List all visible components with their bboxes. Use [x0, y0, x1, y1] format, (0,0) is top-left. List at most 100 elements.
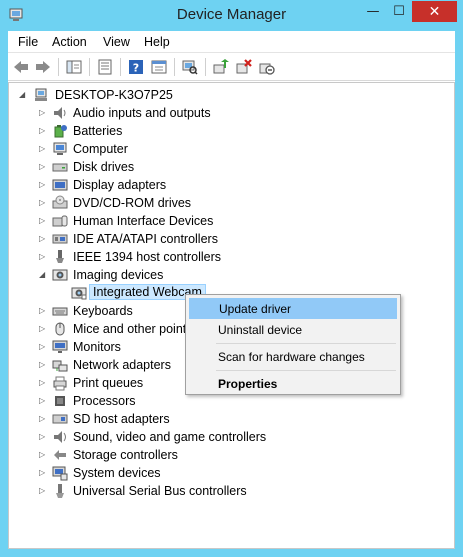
- tree-category-node[interactable]: ◢ Imaging devices: [9, 266, 449, 284]
- display-adapter-icon: [52, 177, 68, 193]
- back-icon[interactable]: [11, 57, 31, 77]
- context-item-update-driver[interactable]: Update driver: [189, 298, 397, 319]
- maximize-button[interactable]: ☐: [386, 1, 412, 22]
- ieee1394-icon: [52, 249, 68, 265]
- expand-arrow-icon[interactable]: ▷: [39, 378, 47, 388]
- tree-category-node[interactable]: ▷ SD host adapters: [9, 410, 449, 428]
- system-device-icon: [52, 465, 68, 481]
- camera-icon: [52, 267, 68, 283]
- expand-arrow-icon[interactable]: ▷: [39, 108, 47, 118]
- client-area: File Action View Help ? ◢ DESKTOP-K3O7P2…: [8, 31, 455, 549]
- tree-root-label: DESKTOP-K3O7P25: [55, 88, 173, 102]
- view-icon[interactable]: [149, 57, 169, 77]
- hid-icon: [52, 213, 68, 229]
- context-item-scan-hardware[interactable]: Scan for hardware changes: [189, 346, 397, 367]
- scan-hardware-icon[interactable]: [180, 57, 200, 77]
- processor-icon: [52, 393, 68, 409]
- expand-arrow-icon[interactable]: ▷: [39, 216, 47, 226]
- uninstall-device-icon[interactable]: [234, 57, 254, 77]
- tree-category-node[interactable]: ▷ IDE ATA/ATAPI controllers: [9, 230, 449, 248]
- expand-arrow-icon[interactable]: ▷: [39, 252, 47, 262]
- expand-arrow-icon[interactable]: ▷: [39, 162, 47, 172]
- expand-arrow-icon[interactable]: ▷: [39, 468, 47, 478]
- context-separator: [216, 343, 396, 344]
- tree-category-node[interactable]: ▷ Disk drives: [9, 158, 449, 176]
- sd-card-icon: [52, 411, 68, 427]
- forward-icon[interactable]: [33, 57, 53, 77]
- tree-category-label: Mice and other pointi: [73, 322, 190, 336]
- context-item-properties[interactable]: Properties: [189, 373, 397, 394]
- tree-category-node[interactable]: ▷ Display adapters: [9, 176, 449, 194]
- tree-category-label: Sound, video and game controllers: [73, 430, 267, 444]
- expand-arrow-icon[interactable]: ▷: [39, 360, 47, 370]
- speaker-icon: [52, 105, 68, 121]
- storage-controller-icon: [52, 447, 68, 463]
- tree-category-node[interactable]: ▷ Batteries: [9, 122, 449, 140]
- expand-arrow-icon[interactable]: ▷: [39, 126, 47, 136]
- tree-category-node[interactable]: ▷ Computer: [9, 140, 449, 158]
- title-bar[interactable]: Device Manager — ☐ ✕: [0, 0, 463, 31]
- webcam-icon: [71, 285, 87, 301]
- tree-root-node[interactable]: ◢ DESKTOP-K3O7P25: [9, 86, 449, 104]
- tree-category-label: Storage controllers: [73, 448, 178, 462]
- expand-arrow-icon[interactable]: ▷: [39, 342, 47, 352]
- tree-category-node[interactable]: ▷ Sound, video and game controllers: [9, 428, 449, 446]
- tree-category-node[interactable]: ▷ Audio inputs and outputs: [9, 104, 449, 122]
- tree-category-node[interactable]: ▷ Universal Serial Bus controllers: [9, 482, 449, 500]
- tree-category-label: Monitors: [73, 340, 121, 354]
- toolbar-separator: [58, 58, 59, 76]
- update-driver-icon[interactable]: [211, 57, 231, 77]
- mouse-icon: [52, 321, 68, 337]
- show-hide-console-tree-icon[interactable]: [64, 57, 84, 77]
- menu-file[interactable]: File: [18, 35, 38, 49]
- expand-arrow-icon[interactable]: ▷: [39, 450, 47, 460]
- context-menu: Update driver Uninstall device Scan for …: [185, 294, 401, 395]
- context-item-uninstall-device[interactable]: Uninstall device: [189, 319, 397, 340]
- tree-category-node[interactable]: ▷ System devices: [9, 464, 449, 482]
- tree-category-label: Audio inputs and outputs: [73, 106, 211, 120]
- sound-icon: [52, 429, 68, 445]
- toolbar-separator: [205, 58, 206, 76]
- disk-drive-icon: [52, 159, 68, 175]
- tree-category-label: IDE ATA/ATAPI controllers: [73, 232, 218, 246]
- tree-category-label: Processors: [73, 394, 136, 408]
- disable-device-icon[interactable]: [257, 57, 277, 77]
- tree-category-node[interactable]: ▷ DVD/CD-ROM drives: [9, 194, 449, 212]
- tree-category-label: Display adapters: [73, 178, 167, 192]
- properties-icon[interactable]: [95, 57, 115, 77]
- expand-arrow-icon[interactable]: ▷: [39, 144, 47, 154]
- menu-view[interactable]: View: [103, 35, 130, 49]
- expand-arrow-icon[interactable]: ▷: [39, 306, 47, 316]
- keyboard-icon: [52, 303, 68, 319]
- tree-category-node[interactable]: ▷ IEEE 1394 host controllers: [9, 248, 449, 266]
- expand-arrow-icon[interactable]: ▷: [39, 414, 47, 424]
- minimize-button[interactable]: —: [360, 1, 386, 22]
- tree-category-label: DVD/CD-ROM drives: [73, 196, 192, 210]
- expand-arrow-icon[interactable]: ▷: [39, 486, 47, 496]
- expand-arrow-icon[interactable]: ▷: [39, 234, 47, 244]
- collapse-arrow-icon[interactable]: ◢: [39, 270, 47, 280]
- tree-category-node[interactable]: ▷ Human Interface Devices: [9, 212, 449, 230]
- collapse-arrow-icon[interactable]: ◢: [19, 90, 27, 100]
- tree-category-label: Human Interface Devices: [73, 214, 214, 228]
- toolbar: ?: [8, 53, 455, 81]
- tree-category-label: System devices: [73, 466, 161, 480]
- close-button[interactable]: ✕: [412, 1, 457, 22]
- menu-action[interactable]: Action: [52, 35, 87, 49]
- ide-controller-icon: [52, 231, 68, 247]
- expand-arrow-icon[interactable]: ▷: [39, 432, 47, 442]
- expand-arrow-icon[interactable]: ▷: [39, 396, 47, 406]
- tree-category-label: Network adapters: [73, 358, 171, 372]
- tree-category-label: Imaging devices: [73, 268, 164, 282]
- tree-category-node[interactable]: ▷ Storage controllers: [9, 446, 449, 464]
- help-icon[interactable]: ?: [126, 57, 146, 77]
- expand-arrow-icon[interactable]: ▷: [39, 180, 47, 190]
- menu-help[interactable]: Help: [144, 35, 170, 49]
- tree-category-label: Batteries: [73, 124, 123, 138]
- expand-arrow-icon[interactable]: ▷: [39, 198, 47, 208]
- toolbar-separator: [89, 58, 90, 76]
- tree-category-label: Universal Serial Bus controllers: [73, 484, 247, 498]
- expand-arrow-icon[interactable]: ▷: [39, 324, 47, 334]
- tree-category-label: Print queues: [73, 376, 144, 390]
- dvd-drive-icon: [52, 195, 68, 211]
